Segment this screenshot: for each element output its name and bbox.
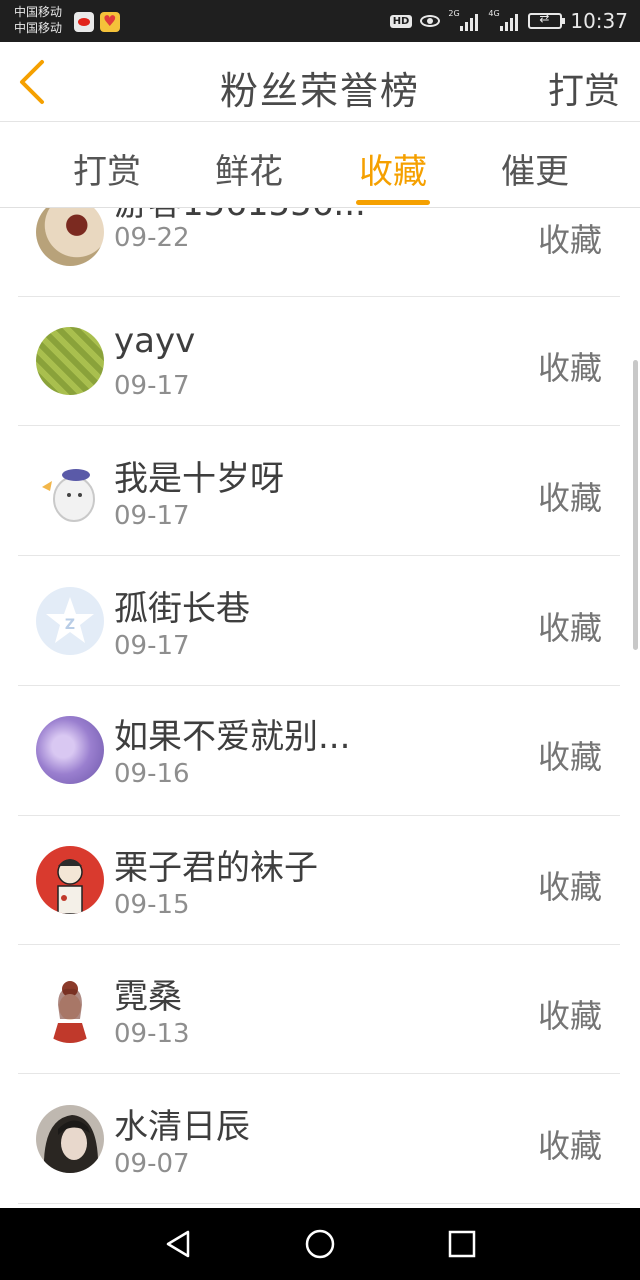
heart-app-notification-icon [100, 12, 120, 32]
status-bar: 中国移动 中国移动 HD 2G 4G 10:37 [0, 0, 640, 42]
fan-date: 09-15 [114, 890, 190, 920]
signal-sim2-icon: 4G [488, 9, 520, 31]
list-item[interactable]: yayv 09-17 收藏 [18, 297, 620, 426]
battery-charging-icon [528, 11, 566, 29]
fan-name: yayv [114, 321, 196, 361]
carrier-info: 中国移动 中国移动 [14, 4, 62, 36]
status-indicators: HD 2G 4G 10:37 [389, 8, 628, 34]
tab-reward[interactable]: 打赏 [42, 144, 172, 193]
tab-flowers[interactable]: 鲜花 [184, 144, 314, 193]
list-scrollbar[interactable] [633, 360, 638, 650]
avatar [36, 846, 104, 914]
collect-label: 收藏 [537, 479, 602, 517]
avatar [36, 1105, 104, 1173]
fan-date: 09-17 [114, 371, 190, 401]
collect-label: 收藏 [537, 868, 602, 906]
eye-comfort-icon [420, 15, 441, 27]
list-item[interactable]: 我是十岁呀 09-17 收藏 [18, 427, 620, 556]
list-item[interactable]: 水清日辰 09-07 收藏 [18, 1075, 620, 1204]
svg-text:Z: Z [65, 617, 75, 633]
fan-name: 霓桑 [114, 977, 182, 1017]
ghost-avatar-icon [42, 469, 95, 522]
carrier-label-2: 中国移动 [14, 21, 63, 35]
fan-name: 我是十岁呀 [114, 459, 284, 499]
list-item[interactable]: 如果不爱就别... 09-16 收藏 [18, 687, 620, 816]
fan-date: 09-16 [114, 759, 190, 789]
portrait-avatar-icon [57, 859, 83, 914]
fan-name: 如果不爱就别... [114, 717, 351, 757]
list-item[interactable]: 栗子君的袜子 09-15 收藏 [18, 816, 620, 945]
collect-label: 收藏 [537, 738, 602, 776]
page-title: 粉丝荣誉榜 [219, 69, 420, 113]
fan-name: 孤街长巷 [114, 589, 250, 629]
fan-date: 09-07 [114, 1149, 190, 1179]
list-item[interactable]: Z 孤街长巷 09-17 收藏 [18, 557, 620, 686]
avatar [36, 457, 104, 525]
qq-star-icon: Z [46, 597, 94, 643]
dark-hair-avatar-icon [43, 1115, 99, 1173]
recents-square-icon[interactable] [446, 1228, 478, 1260]
collect-label: 收藏 [537, 349, 602, 387]
fan-name: 水清日辰 [114, 1107, 250, 1147]
carrier-label-1: 中国移动 [14, 5, 63, 19]
fan-name: 栗子君的袜子 [114, 848, 318, 888]
tab-collect[interactable]: 收藏 [328, 144, 458, 193]
system-navigation-bar [0, 1208, 640, 1280]
tab-bar: 打赏 鲜花 收藏 催更 [0, 122, 640, 208]
avatar [36, 327, 104, 395]
fan-date: 09-13 [114, 1019, 190, 1049]
avatar [36, 975, 104, 1043]
ancient-lady-avatar-icon [52, 981, 88, 1043]
avatar [36, 208, 104, 266]
home-circle-icon[interactable] [304, 1228, 336, 1260]
avatar: Z [36, 587, 104, 655]
weibo-notification-icon [74, 12, 94, 32]
fan-list[interactable]: 游客1561556... 09-22 收藏 yayv 09-17 收藏 我是十岁… [0, 208, 640, 1208]
collect-label: 收藏 [537, 1127, 602, 1165]
tab-active-indicator [356, 200, 430, 205]
tab-urge[interactable]: 催更 [470, 144, 600, 193]
list-item[interactable]: 霓桑 09-13 收藏 [18, 945, 620, 1074]
list-item[interactable]: 游客1561556... 09-22 收藏 [18, 208, 620, 297]
app-header: 粉丝荣誉榜 打赏 [0, 42, 640, 122]
collect-label: 收藏 [537, 997, 602, 1035]
avatar [36, 716, 104, 784]
back-triangle-icon[interactable] [162, 1228, 194, 1260]
collect-label: 收藏 [537, 609, 602, 647]
status-time: 10:37 [570, 9, 628, 33]
signal-sim1-icon: 2G [448, 9, 480, 31]
fan-date: 09-17 [114, 501, 190, 531]
fan-date: 09-17 [114, 631, 190, 661]
hd-voice-icon: HD [389, 14, 413, 28]
collect-label: 收藏 [537, 221, 602, 259]
fan-date: 09-22 [114, 223, 190, 253]
reward-button[interactable]: 打赏 [548, 62, 620, 114]
